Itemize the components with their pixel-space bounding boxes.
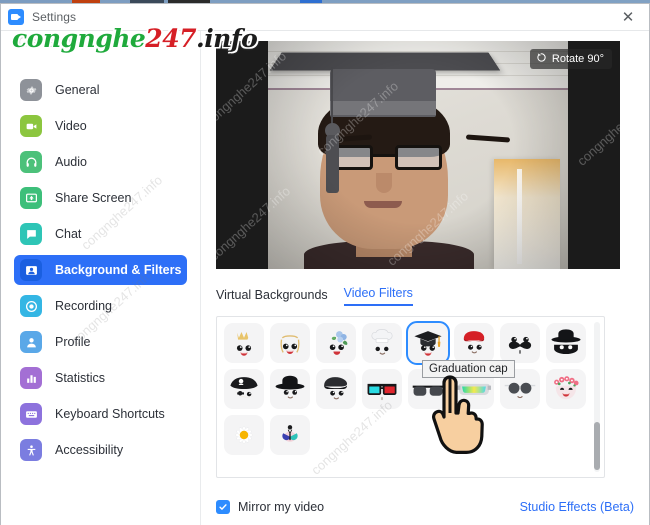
settings-window: Settings ✕ General Video xyxy=(0,3,650,525)
accessibility-icon xyxy=(20,439,42,461)
sidebar-item-label: Audio xyxy=(55,155,87,169)
filter-item-flower-crown[interactable] xyxy=(546,369,586,409)
sidebar-item-label: Chat xyxy=(55,227,81,241)
sidebar-item-label: Statistics xyxy=(55,371,105,385)
sidebar-item-general[interactable]: General xyxy=(14,75,187,105)
filters-scrollbar-thumb[interactable] xyxy=(594,422,600,470)
sidebar-item-video[interactable]: Video xyxy=(14,111,187,141)
zoom-camera-icon xyxy=(8,9,24,25)
filter-item-blue-hydrangea[interactable] xyxy=(316,323,356,363)
filter-item-black-fedora[interactable] xyxy=(270,369,310,409)
filter-item-pirate-hat[interactable] xyxy=(224,369,264,409)
keyboard-icon xyxy=(20,403,42,425)
filter-item-mustache[interactable] xyxy=(500,323,540,363)
sidebar-item-background-and-filters[interactable]: Background & Filters xyxy=(14,255,187,285)
mirror-my-video-checkbox[interactable]: Mirror my video xyxy=(216,500,324,514)
video-filters-panel: Graduation cap xyxy=(216,316,605,478)
filter-tabs: Virtual Backgrounds Video Filters xyxy=(216,286,634,306)
sidebar-item-chat[interactable]: Chat xyxy=(14,219,187,249)
profile-icon xyxy=(20,331,42,353)
sidebar-item-label: Video xyxy=(55,119,87,133)
tab-virtual-backgrounds[interactable]: Virtual Backgrounds xyxy=(216,288,328,306)
watermark-overlay: congnghe247.info xyxy=(574,88,620,168)
filter-item-bandit-hat[interactable] xyxy=(546,323,586,363)
sidebar-item-label: Recording xyxy=(55,299,112,313)
watermark-part-3: .info xyxy=(196,24,257,53)
watermark-part-1: congnghe xyxy=(12,24,145,53)
video-feed xyxy=(268,41,568,269)
video-filters-grid xyxy=(224,323,590,455)
sidebar-item-accessibility[interactable]: Accessibility xyxy=(14,435,187,465)
mirror-my-video-label: Mirror my video xyxy=(238,500,324,514)
chat-icon xyxy=(20,223,42,245)
sidebar-item-label: General xyxy=(55,83,99,97)
mouse-cursor-pointing-hand xyxy=(422,375,484,466)
filter-item-chef-hat[interactable] xyxy=(362,323,402,363)
close-icon[interactable]: ✕ xyxy=(607,4,649,30)
window-title: Settings xyxy=(32,10,76,24)
filter-item-gold-crown[interactable] xyxy=(224,323,264,363)
person-card-icon xyxy=(20,259,42,281)
settings-content: Rotate 90° congnghe247.info congnghe247.… xyxy=(201,31,649,525)
filter-item-daisy[interactable] xyxy=(224,415,264,455)
desktop-background: Settings ✕ General Video xyxy=(0,0,650,525)
rotate-90-label: Rotate 90° xyxy=(552,53,604,65)
bar-chart-icon xyxy=(20,367,42,389)
sidebar-item-label: Profile xyxy=(55,335,90,349)
filter-item-butterfly[interactable] xyxy=(270,415,310,455)
studio-effects-link[interactable]: Studio Effects (Beta) xyxy=(520,500,634,514)
window-body: General Video Audio xyxy=(1,31,649,525)
rotate-icon xyxy=(536,52,547,66)
watermark-part-2: 247 xyxy=(145,24,196,53)
site-watermark: congnghe247.info xyxy=(12,24,257,53)
filter-item-black-beret[interactable] xyxy=(316,369,356,409)
sidebar-item-statistics[interactable]: Statistics xyxy=(14,363,187,393)
video-preview: Rotate 90° congnghe247.info congnghe247.… xyxy=(216,41,620,269)
tab-video-filters[interactable]: Video Filters xyxy=(344,286,413,306)
video-icon xyxy=(20,115,42,137)
filter-item-gold-headband[interactable] xyxy=(270,323,310,363)
settings-sidebar: General Video Audio xyxy=(1,31,201,525)
filter-item-3d-glasses[interactable] xyxy=(362,369,402,409)
sidebar-item-label: Keyboard Shortcuts xyxy=(55,407,165,421)
sidebar-item-share-screen[interactable]: Share Screen xyxy=(14,183,187,213)
sidebar-item-label: Background & Filters xyxy=(55,263,181,277)
sidebar-item-audio[interactable]: Audio xyxy=(14,147,187,177)
share-icon xyxy=(20,187,42,209)
headset-icon xyxy=(20,151,42,173)
bottom-bar: Mirror my video Studio Effects (Beta) xyxy=(216,500,634,514)
record-icon xyxy=(20,295,42,317)
sidebar-item-label: Accessibility xyxy=(55,443,123,457)
checkbox-checked-icon xyxy=(216,500,230,514)
filter-item-graduation-cap[interactable] xyxy=(408,323,448,363)
sidebar-item-recording[interactable]: Recording xyxy=(14,291,187,321)
filters-scrollbar[interactable] xyxy=(594,322,600,472)
vignette xyxy=(268,41,568,269)
rotate-90-button[interactable]: Rotate 90° xyxy=(530,49,612,69)
sidebar-item-keyboard-shortcuts[interactable]: Keyboard Shortcuts xyxy=(14,399,187,429)
gear-icon xyxy=(20,79,42,101)
filter-item-red-beret[interactable] xyxy=(454,323,494,363)
sidebar-item-profile[interactable]: Profile xyxy=(14,327,187,357)
sidebar-item-label: Share Screen xyxy=(55,191,131,205)
